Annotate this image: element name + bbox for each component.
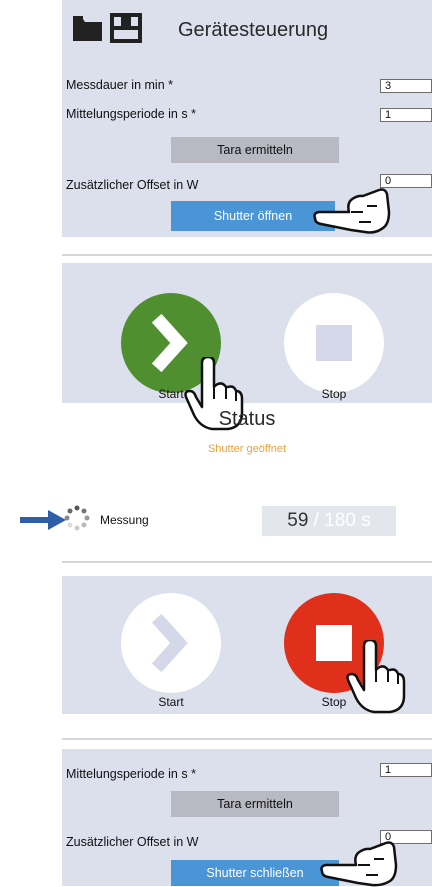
measurement-duration-input[interactable] xyxy=(380,79,432,93)
measurement-control-panel: Start Stop xyxy=(62,263,432,431)
status-title: Status xyxy=(218,408,276,430)
shutter-close-button[interactable]: Shutter schließen xyxy=(171,860,339,886)
offset-label: Zusätzlicher Offset in W xyxy=(66,835,199,849)
pointing-hand-icon xyxy=(320,841,398,887)
pointing-hand-icon xyxy=(346,640,406,714)
folder-icon[interactable] xyxy=(72,15,104,43)
stop-button[interactable] xyxy=(284,293,384,393)
panel-title: Gerätesteuerung xyxy=(178,19,329,41)
measurement-control-panel-stop: Start Stop xyxy=(62,576,432,714)
averaging-period-input[interactable] xyxy=(380,108,432,122)
stop-square-icon xyxy=(316,325,352,361)
stop-label: Stop xyxy=(321,387,347,401)
tara-button[interactable]: Tara ermitteln xyxy=(171,137,339,163)
offset-label: Zusätzlicher Offset in W xyxy=(66,178,199,192)
separator xyxy=(62,738,432,740)
tara-button[interactable]: Tara ermitteln xyxy=(171,791,339,817)
averaging-period-input[interactable] xyxy=(380,763,432,777)
separator xyxy=(62,254,432,256)
status-text: Shutter geöffnet xyxy=(207,443,287,455)
progress-current: 59 xyxy=(287,510,309,531)
arrow-right-icon xyxy=(20,510,66,530)
start-label: Start xyxy=(158,695,184,709)
start-button[interactable] xyxy=(121,593,221,693)
device-control-panel: Gerätesteuerung Messdauer in min * Mitte… xyxy=(62,0,432,237)
play-chevron-icon xyxy=(151,613,188,673)
measurement-duration-label: Messdauer in min * xyxy=(66,78,173,92)
progress-total: / 180 s xyxy=(308,510,371,531)
averaging-period-label: Mittelungsperiode in s * xyxy=(66,107,196,121)
spinner-icon xyxy=(64,505,90,531)
averaging-period-label: Mittelungsperiode in s * xyxy=(66,767,196,781)
pointing-hand-icon xyxy=(313,188,391,234)
device-control-panel-close: Mittelungsperiode in s * Tara ermitteln … xyxy=(62,749,432,887)
save-icon[interactable] xyxy=(110,13,142,43)
separator xyxy=(62,561,432,563)
progress-counter: 59 / 180 s xyxy=(262,506,396,536)
progress-label: Messung xyxy=(100,513,149,527)
